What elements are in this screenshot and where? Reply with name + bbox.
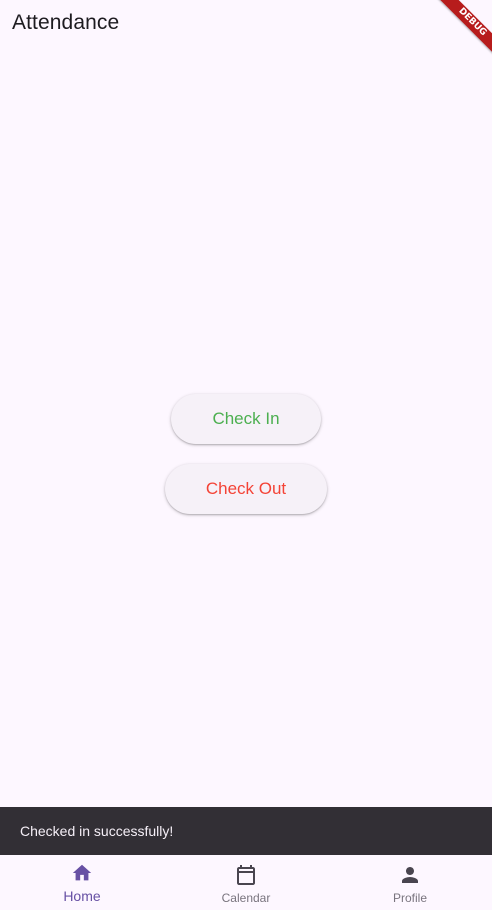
- nav-item-calendar[interactable]: Calendar: [164, 855, 328, 910]
- page-title: Attendance: [12, 11, 120, 34]
- snackbar-message: Checked in successfully!: [20, 823, 174, 839]
- check-out-button[interactable]: Check Out: [165, 464, 327, 514]
- app-screen: Attendance DEBUG Check In Check Out Chec…: [0, 0, 492, 910]
- nav-item-profile[interactable]: Profile: [328, 855, 492, 910]
- check-in-button[interactable]: Check In: [171, 394, 321, 444]
- nav-item-home[interactable]: Home: [0, 855, 164, 910]
- nav-label-profile: Profile: [392, 891, 427, 905]
- snackbar: Checked in successfully!: [0, 807, 492, 855]
- nav-label-home: Home: [63, 888, 101, 904]
- person-icon: [402, 867, 418, 883]
- bottom-navigation-bar: Home Calendar Profile: [0, 855, 492, 910]
- home-icon: [72, 864, 92, 881]
- nav-label-calendar: Calendar: [221, 891, 271, 905]
- calendar-icon: [237, 865, 255, 885]
- app-bar: Attendance: [0, 0, 492, 46]
